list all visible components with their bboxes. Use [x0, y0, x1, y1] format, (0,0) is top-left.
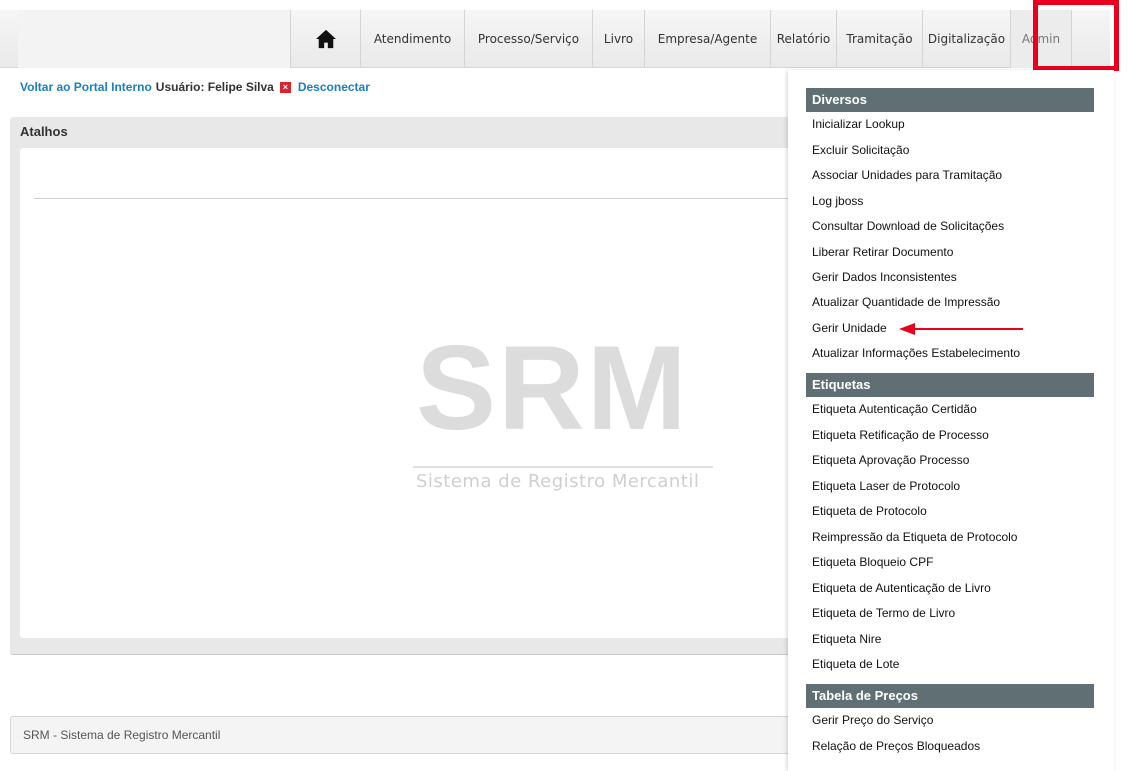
- menu-item-etiqueta-autenticacao-livro[interactable]: Etiqueta de Autenticação de Livro: [812, 581, 991, 595]
- menu-item-gerir-preco[interactable]: Gerir Preço do Serviço: [812, 713, 933, 727]
- menu-item-etiqueta-protocolo[interactable]: Etiqueta de Protocolo: [812, 504, 927, 518]
- session-bar: Voltar ao Portal Interno Usuário: Felipe…: [20, 80, 370, 94]
- menu-item-etiqueta-lote[interactable]: Etiqueta de Lote: [812, 657, 899, 671]
- nav-digitalizacao[interactable]: Digitalização: [922, 10, 1010, 68]
- menu-item-consultar-download[interactable]: Consultar Download de Solicitações: [812, 219, 1004, 233]
- nav-livro[interactable]: Livro: [592, 10, 644, 68]
- menu-item-liberar-retirar[interactable]: Liberar Retirar Documento: [812, 245, 953, 259]
- main-menu: Atendimento Processo/Serviço Livro Empre…: [290, 10, 1072, 68]
- nav-admin[interactable]: Admin: [1010, 10, 1072, 68]
- nav-processo-servico[interactable]: Processo/Serviço: [464, 10, 592, 68]
- footer-text: SRM - Sistema de Registro Mercantil: [23, 728, 221, 742]
- user-label: Usuário: Felipe Silva: [155, 80, 274, 94]
- menu-item-log-jboss[interactable]: Log jboss: [812, 194, 863, 208]
- nav-home[interactable]: [290, 10, 360, 68]
- menu-item-excluir-solicitacao[interactable]: Excluir Solicitação: [812, 143, 909, 157]
- menu-item-relacao-precos[interactable]: Relação de Preços Bloqueados: [812, 739, 980, 753]
- section-diversos: Diversos: [806, 88, 1094, 112]
- nav-atendimento[interactable]: Atendimento: [360, 10, 464, 68]
- menu-item-gerir-unidade[interactable]: Gerir Unidade: [812, 321, 887, 335]
- admin-dropdown-menu: Diversos Inicializar Lookup Excluir Soli…: [788, 70, 1114, 771]
- logo-divider: [413, 466, 713, 468]
- menu-item-etiqueta-laser[interactable]: Etiqueta Laser de Protocolo: [812, 479, 960, 493]
- portal-link[interactable]: Voltar ao Portal Interno: [20, 80, 152, 94]
- menu-item-etiqueta-autenticacao-certidao[interactable]: Etiqueta Autenticação Certidão: [812, 402, 977, 416]
- menu-item-etiqueta-aprovacao[interactable]: Etiqueta Aprovação Processo: [812, 453, 969, 467]
- menu-item-etiqueta-retificacao[interactable]: Etiqueta Retificação de Processo: [812, 428, 989, 442]
- menu-item-etiqueta-termo-livro[interactable]: Etiqueta de Termo de Livro: [812, 606, 955, 620]
- menu-item-associar-unidades[interactable]: Associar Unidades para Tramitação: [812, 168, 1002, 182]
- top-navigation-bar: Atendimento Processo/Serviço Livro Empre…: [0, 10, 1110, 68]
- menu-item-atualizar-quantidade[interactable]: Atualizar Quantidade de Impressão: [812, 295, 1000, 309]
- section-etiquetas: Etiquetas: [806, 373, 1094, 397]
- logo-subtitle: Sistema de Registro Mercantil: [416, 471, 700, 492]
- section-tabela-precos: Tabela de Preços: [806, 684, 1094, 708]
- nav-tramitacao[interactable]: Tramitação: [836, 10, 922, 68]
- nav-relatorio[interactable]: Relatório: [770, 10, 836, 68]
- nav-empresa-agente[interactable]: Empresa/Agente: [644, 10, 770, 68]
- disconnect-link[interactable]: Desconectar: [298, 80, 370, 94]
- srm-logo: SRM: [416, 321, 689, 455]
- brand-area: [18, 10, 290, 68]
- divider: [34, 198, 794, 199]
- annotation-arrow-icon: [899, 323, 1023, 335]
- menu-item-atualizar-informacoes[interactable]: Atualizar Informações Estabelecimento: [812, 346, 1020, 360]
- menu-item-reimpressao-etiqueta[interactable]: Reimpressão da Etiqueta de Protocolo: [812, 530, 1017, 544]
- menu-item-etiqueta-nire[interactable]: Etiqueta Nire: [812, 632, 881, 646]
- menu-item-inicializar-lookup[interactable]: Inicializar Lookup: [812, 117, 905, 131]
- menu-item-gerir-dados[interactable]: Gerir Dados Inconsistentes: [812, 270, 957, 284]
- panel-title: Atalhos: [20, 124, 68, 139]
- menu-item-etiqueta-bloqueio-cpf[interactable]: Etiqueta Bloqueio CPF: [812, 555, 933, 569]
- close-icon[interactable]: ×: [279, 81, 291, 93]
- home-icon: [315, 29, 336, 49]
